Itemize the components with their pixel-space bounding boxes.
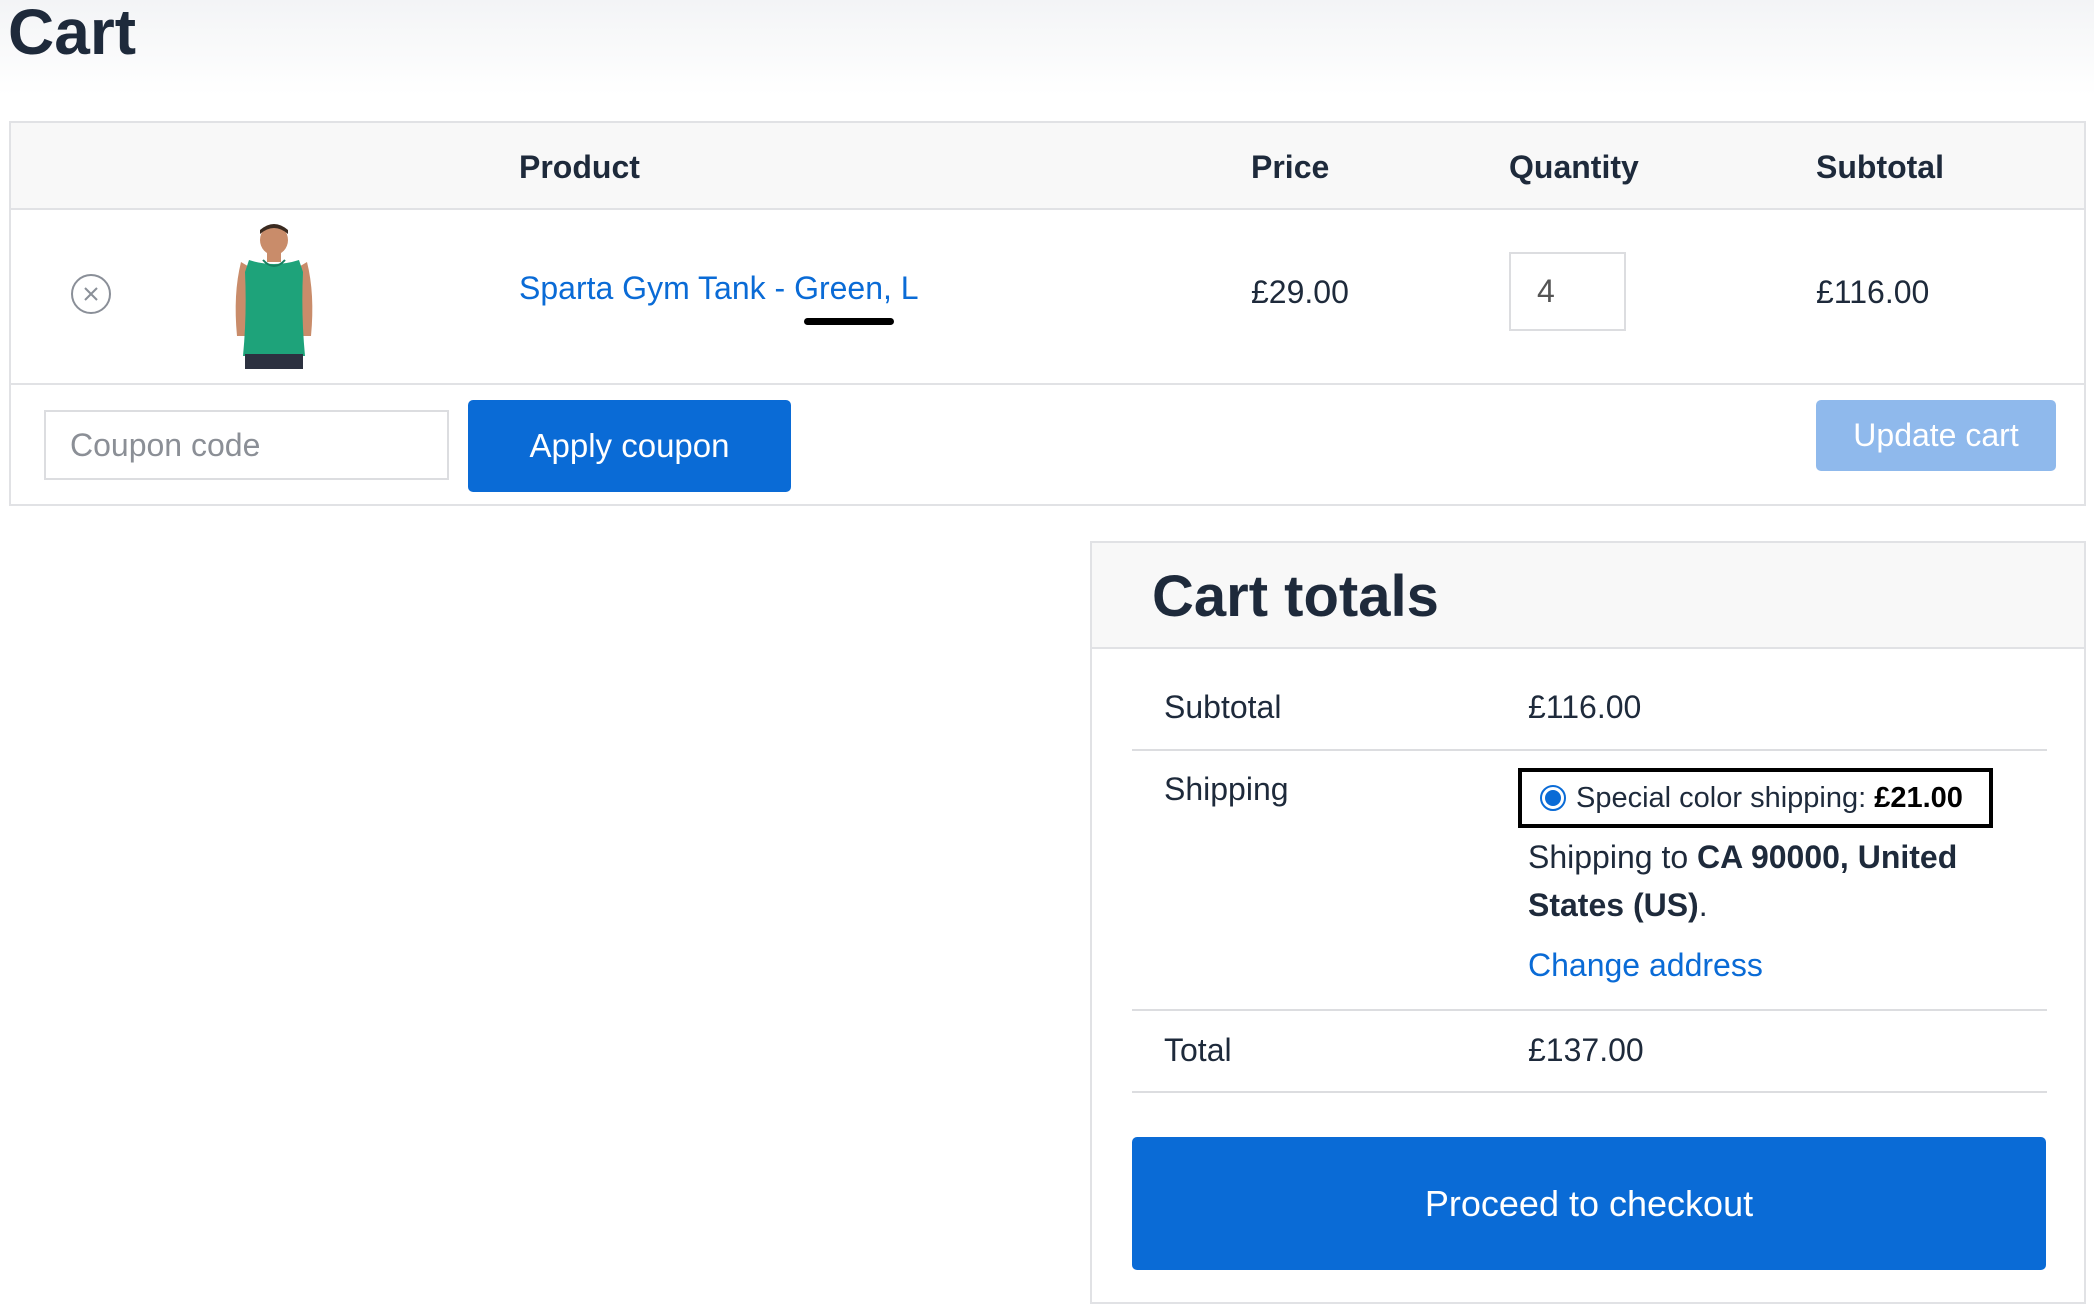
cart-table: Product Price Quantity Subtotal Sparta G… [9,121,2086,506]
annotation-underline [804,318,894,325]
update-cart-button[interactable]: Update cart [1816,400,2056,471]
shipping-label: Shipping [1164,771,1289,807]
product-name-link[interactable]: Sparta Gym Tank - Green, L [519,270,919,307]
shipping-radio[interactable] [1540,785,1566,811]
row-divider [1132,1009,2047,1011]
apply-coupon-button[interactable]: Apply coupon [468,400,791,492]
coupon-code-input[interactable] [44,410,449,480]
subtotal-value: £116.00 [1528,689,1642,725]
remove-item-button[interactable] [71,274,111,314]
header-product: Product [519,149,640,185]
total-label: Total [1164,1032,1232,1068]
radio-selected-dot [1545,790,1561,806]
page-title: Cart [8,0,137,68]
row-divider [1132,749,2047,751]
change-address-link[interactable]: Change address [1528,947,1763,984]
cart-item-row: Sparta Gym Tank - Green, L £29.00 £116.0… [11,210,2084,385]
total-value: £137.00 [1528,1032,1644,1068]
header-price: Price [1251,149,1330,185]
product-thumbnail[interactable] [219,224,329,369]
cart-totals-panel: Cart totals Subtotal £116.00 Shipping Sp… [1090,541,2086,1304]
header-subtotal: Subtotal [1816,149,1944,185]
shipping-destination: Shipping to CA 90000, United States (US)… [1528,839,1958,923]
close-icon [84,287,98,301]
row-divider [1132,1091,2047,1093]
proceed-to-checkout-button[interactable]: Proceed to checkout [1132,1137,2046,1270]
shipping-option-price: £21.00 [1874,781,1963,814]
shipping-option[interactable]: Special color shipping: £21.00 [1518,768,1993,828]
subtotal-label: Subtotal [1164,689,1282,725]
shipping-option-text: Special color shipping: £21.00 [1576,781,1963,814]
header-quantity: Quantity [1509,149,1639,185]
cart-totals-title: Cart totals [1152,564,1439,629]
tank-shirt [243,260,305,356]
quantity-input[interactable] [1509,252,1626,331]
cart-table-header: Product Price Quantity Subtotal [11,123,2084,210]
cart-totals-header: Cart totals [1092,543,2084,649]
item-price: £29.00 [1251,274,1349,310]
item-subtotal: £116.00 [1816,274,1930,310]
page-header-background [0,0,2094,95]
